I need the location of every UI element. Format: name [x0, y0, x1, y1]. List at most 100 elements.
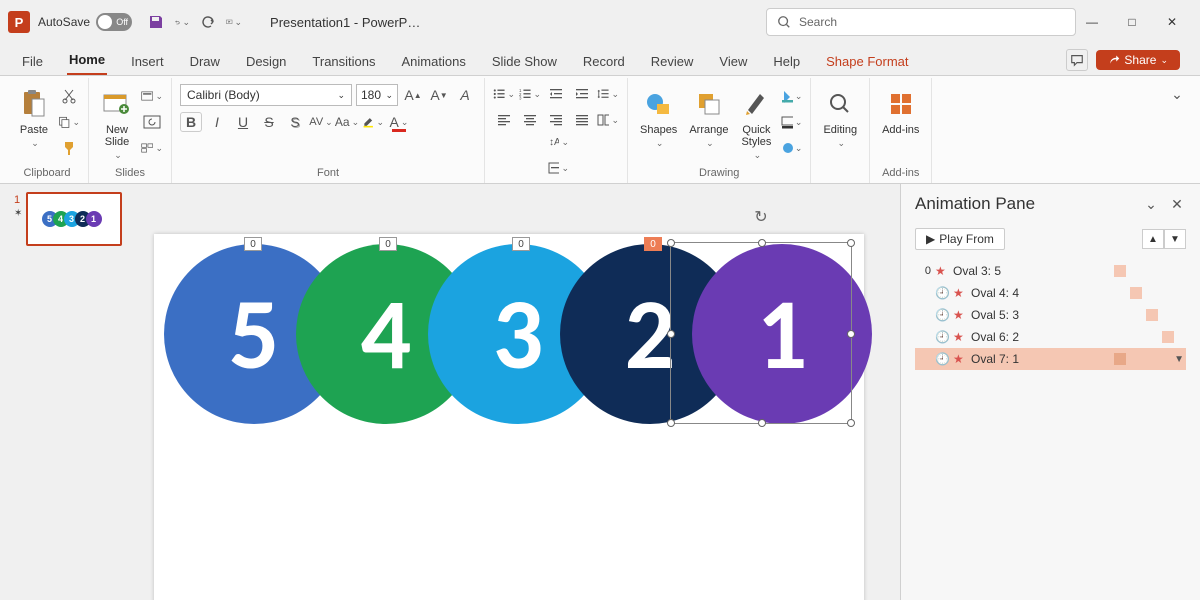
increase-font-icon[interactable]: A▲	[402, 85, 424, 105]
move-down-button[interactable]: ▼	[1164, 229, 1186, 249]
animation-item[interactable]: 0 ★ Oval 3: 5	[915, 260, 1186, 282]
font-size-select[interactable]: 180⌄	[356, 84, 398, 106]
quick-styles-button[interactable]: Quick Styles	[736, 84, 776, 163]
paste-button[interactable]: Paste	[14, 84, 54, 151]
timeline-bar[interactable]	[1146, 309, 1158, 321]
editing-button[interactable]: Editing	[819, 84, 861, 151]
tab-insert[interactable]: Insert	[129, 48, 166, 75]
share-button[interactable]: Share⌄	[1096, 50, 1180, 70]
bullets-icon[interactable]	[493, 84, 515, 104]
maximize-button[interactable]: □	[1124, 14, 1140, 30]
tab-view[interactable]: View	[717, 48, 749, 75]
layout-icon[interactable]	[141, 86, 163, 106]
shapes-button[interactable]: Shapes	[636, 84, 681, 151]
text-direction-icon[interactable]: ↕A	[547, 132, 569, 152]
timeline-bar[interactable]	[1162, 331, 1174, 343]
resize-handle[interactable]	[667, 239, 675, 247]
reset-icon[interactable]	[141, 112, 163, 132]
redo-icon[interactable]	[200, 14, 216, 30]
resize-handle[interactable]	[847, 239, 855, 247]
animation-item[interactable]: 🕘 ★ Oval 4: 4	[915, 282, 1186, 304]
anim-tag[interactable]: 0	[244, 237, 262, 251]
numbering-icon[interactable]: 123	[519, 84, 541, 104]
cut-icon[interactable]	[58, 86, 80, 106]
anim-tag-selected[interactable]: 0	[644, 237, 662, 251]
comments-button[interactable]	[1066, 49, 1088, 71]
align-text-icon[interactable]	[547, 158, 569, 178]
save-icon[interactable]	[148, 14, 164, 30]
minimize-button[interactable]: —	[1084, 14, 1100, 30]
autosave-control[interactable]: AutoSave Off	[38, 13, 132, 31]
resize-handle[interactable]	[758, 239, 766, 247]
justify-icon[interactable]	[571, 110, 593, 130]
slide-thumbnail-1[interactable]: 1 ✶ 5 4 3 2 1	[26, 192, 122, 246]
highlight-icon[interactable]	[362, 112, 384, 132]
anim-tag[interactable]: 0	[379, 237, 397, 251]
copy-icon[interactable]	[58, 112, 80, 132]
tab-slideshow[interactable]: Slide Show	[490, 48, 559, 75]
timeline-bar[interactable]	[1114, 265, 1126, 277]
decrease-font-icon[interactable]: A▼	[428, 85, 450, 105]
tab-help[interactable]: Help	[771, 48, 802, 75]
tab-home[interactable]: Home	[67, 46, 107, 75]
tab-design[interactable]: Design	[244, 48, 288, 75]
resize-handle[interactable]	[667, 419, 675, 427]
resize-handle[interactable]	[667, 330, 675, 338]
italic-button[interactable]: I	[206, 112, 228, 132]
font-family-select[interactable]: Calibri (Body)⌄	[180, 84, 352, 106]
close-button[interactable]: ✕	[1164, 14, 1180, 30]
underline-button[interactable]: U	[232, 112, 254, 132]
decrease-indent-icon[interactable]	[545, 84, 567, 104]
resize-handle[interactable]	[758, 419, 766, 427]
new-slide-button[interactable]: New Slide	[97, 84, 137, 163]
change-case-icon[interactable]: Aa	[336, 112, 358, 132]
slide-canvas[interactable]: 5 0 4 0 3 0 2 0 1 ↻	[138, 184, 900, 600]
format-painter-icon[interactable]	[58, 138, 80, 158]
pane-close-icon[interactable]: ✕	[1168, 195, 1186, 213]
timeline-bar[interactable]	[1114, 353, 1126, 365]
font-color-icon[interactable]: A	[388, 112, 410, 132]
autosave-toggle[interactable]: Off	[96, 13, 132, 31]
strikethrough-button[interactable]: S	[258, 112, 280, 132]
section-icon[interactable]	[141, 138, 163, 158]
char-spacing-icon[interactable]: AV	[310, 112, 332, 132]
tab-file[interactable]: File	[20, 48, 45, 75]
bold-button[interactable]: B	[180, 112, 202, 132]
animation-item[interactable]: 🕘 ★ Oval 5: 3	[915, 304, 1186, 326]
start-from-beginning-icon[interactable]	[226, 14, 242, 30]
tab-transitions[interactable]: Transitions	[310, 48, 377, 75]
tab-animations[interactable]: Animations	[400, 48, 468, 75]
resize-handle[interactable]	[847, 419, 855, 427]
play-from-button[interactable]: ▶ Play From	[915, 228, 1005, 250]
tab-shape-format[interactable]: Shape Format	[824, 48, 910, 75]
anim-tag[interactable]: 0	[512, 237, 530, 251]
item-dropdown-icon[interactable]: ▼	[1174, 354, 1184, 365]
line-spacing-icon[interactable]	[597, 84, 619, 104]
resize-handle[interactable]	[847, 330, 855, 338]
shape-fill-icon[interactable]	[780, 86, 802, 106]
columns-icon[interactable]	[597, 110, 619, 130]
shape-outline-icon[interactable]	[780, 112, 802, 132]
undo-icon[interactable]	[174, 14, 190, 30]
clear-formatting-icon[interactable]: A	[454, 85, 476, 105]
align-left-icon[interactable]	[493, 110, 515, 130]
animation-item[interactable]: 🕘 ★ Oval 6: 2	[915, 326, 1186, 348]
search-box[interactable]: Search	[766, 8, 1076, 36]
tab-record[interactable]: Record	[581, 48, 627, 75]
addins-button[interactable]: Add-ins	[878, 84, 923, 138]
align-right-icon[interactable]	[545, 110, 567, 130]
rotate-handle[interactable]: ↻	[752, 208, 770, 226]
align-center-icon[interactable]	[519, 110, 541, 130]
increase-indent-icon[interactable]	[571, 84, 593, 104]
move-up-button[interactable]: ▲	[1142, 229, 1164, 249]
animation-item-selected[interactable]: 🕘 ★ Oval 7: 1 ▼	[915, 348, 1186, 370]
collapse-ribbon-icon[interactable]: ⌄	[1166, 84, 1188, 104]
pane-options-icon[interactable]: ⌄	[1142, 195, 1160, 213]
timeline-bar[interactable]	[1130, 287, 1142, 299]
shape-effects-icon[interactable]	[780, 138, 802, 158]
window-controls: — □ ✕	[1084, 14, 1180, 30]
shadow-button[interactable]: S	[284, 112, 306, 132]
arrange-button[interactable]: Arrange	[685, 84, 732, 151]
tab-draw[interactable]: Draw	[188, 48, 222, 75]
tab-review[interactable]: Review	[649, 48, 696, 75]
